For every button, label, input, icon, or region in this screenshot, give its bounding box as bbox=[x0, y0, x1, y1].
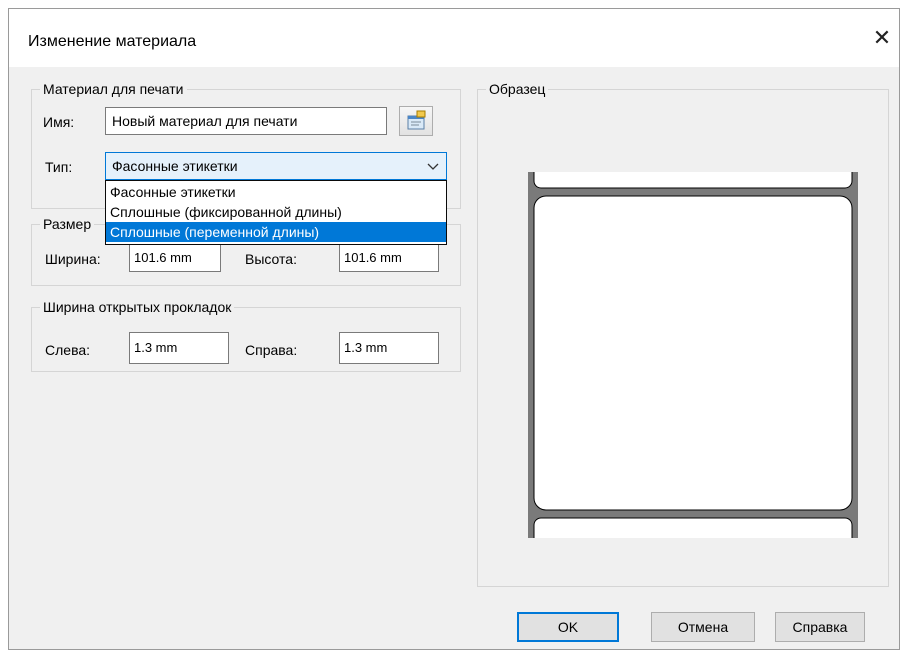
properties-icon bbox=[407, 110, 426, 130]
right-label: Справа: bbox=[245, 342, 298, 358]
type-label: Тип: bbox=[45, 159, 73, 175]
name-label: Имя: bbox=[43, 114, 75, 130]
dialog-title: Изменение материала bbox=[28, 33, 197, 50]
label-top-partial bbox=[533, 161, 853, 189]
label-preview bbox=[528, 161, 858, 549]
left-label: Слева: bbox=[45, 342, 91, 358]
right-field[interactable]: 1.3 mm bbox=[339, 332, 439, 364]
sample-legend: Образец bbox=[486, 80, 549, 98]
type-option-3[interactable]: Сплошные (переменной длины) bbox=[106, 222, 446, 242]
type-option-2[interactable]: Сплошные (фиксированной длины) bbox=[106, 202, 446, 222]
type-select-value: Фасонные этикетки bbox=[112, 158, 238, 174]
material-properties-button[interactable] bbox=[399, 106, 433, 136]
close-icon[interactable]: ✕ bbox=[865, 23, 899, 57]
label-preview-graphic bbox=[528, 161, 858, 549]
width-label: Ширина: bbox=[45, 251, 101, 267]
print-material-legend: Материал для печати bbox=[40, 80, 187, 98]
title-bar: Изменение материала ✕ bbox=[9, 9, 899, 67]
edit-material-dialog: Изменение материала ✕ Материал для печат… bbox=[8, 8, 900, 650]
label-main bbox=[533, 195, 853, 511]
chevron-down-icon bbox=[427, 163, 439, 170]
height-label: Высота: bbox=[245, 251, 297, 267]
ok-button[interactable]: OK bbox=[517, 612, 619, 642]
type-select[interactable]: Фасонные этикетки bbox=[105, 152, 447, 180]
type-option-1[interactable]: Фасонные этикетки bbox=[106, 182, 446, 202]
left-field[interactable]: 1.3 mm bbox=[129, 332, 229, 364]
width-field[interactable]: 101.6 mm bbox=[129, 244, 221, 272]
size-legend: Размер bbox=[40, 215, 95, 233]
sample-group: Образец bbox=[477, 80, 889, 587]
type-dropdown-list: Фасонные этикетки Сплошные (фиксированно… bbox=[105, 180, 447, 245]
label-bottom-partial bbox=[533, 517, 853, 549]
help-button[interactable]: Справка bbox=[775, 612, 865, 642]
name-field[interactable]: Новый материал для печати bbox=[105, 107, 387, 135]
cancel-button[interactable]: Отмена bbox=[651, 612, 755, 642]
gaps-legend: Ширина открытых прокладок bbox=[40, 298, 235, 316]
height-field[interactable]: 101.6 mm bbox=[339, 244, 439, 272]
